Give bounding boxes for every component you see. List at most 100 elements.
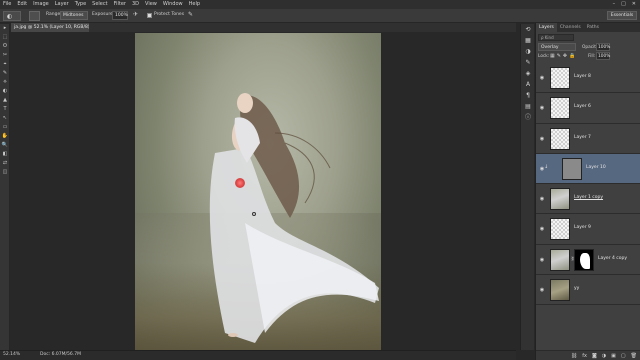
layer-row[interactable]: ◉ Layer 6 [536, 93, 640, 124]
menu-bar: File Edit Image Layer Type Select Filter… [0, 0, 640, 9]
visibility-eye-icon[interactable]: ◉ [538, 104, 546, 112]
options-bar: ◐ Range: Midtones Exposure: 100% ✈ Prote… [0, 9, 640, 23]
layer-row[interactable]: ◉ Layer 9 [536, 214, 640, 245]
airbrush-icon[interactable]: ✈ [133, 11, 142, 20]
tool-button-7[interactable]: ◐ [0, 87, 10, 96]
properties-icon[interactable]: ▤ [521, 101, 535, 112]
tool-button-14[interactable]: ◧ [0, 150, 10, 159]
menu-view[interactable]: View [145, 0, 157, 9]
menu-edit[interactable]: Edit [17, 0, 27, 9]
close-icon[interactable]: ✕ [632, 1, 636, 7]
layer-thumbnail [550, 188, 570, 211]
layer-row[interactable]: ◉ Layer 7 [536, 123, 640, 154]
menu-help[interactable]: Help [189, 0, 200, 9]
info-icon[interactable]: ⓘ [521, 112, 535, 123]
tool-button-11[interactable]: ▭ [0, 123, 10, 132]
layer-mask-thumbnail[interactable] [574, 248, 594, 271]
blend-mode-select[interactable]: Overlay [538, 43, 576, 51]
tool-preset-picker[interactable]: ◐ [3, 11, 21, 21]
document-tabs: ja.jpg @ 52.1% (Layer 10, RGB/8) * [11, 23, 516, 32]
layers-footer: ⛓ fx ◙ ◑ ▣ ▢ 🗑 [536, 350, 640, 360]
tool-button-4[interactable]: ⌖ [0, 60, 10, 69]
link-layers-icon[interactable]: ⛓ [571, 351, 577, 360]
menu-filter[interactable]: Filter [114, 0, 126, 9]
photo-canvas[interactable] [135, 33, 381, 350]
adjustment-layer-icon[interactable]: ◑ [602, 351, 606, 360]
tool-button-15[interactable]: ⇄ [0, 159, 10, 168]
lock-icons[interactable]: ▦✎✥🔒 [550, 53, 577, 59]
maximize-icon[interactable]: □ [621, 1, 626, 7]
swatches-icon[interactable]: ▦ [521, 35, 535, 46]
tool-button-3[interactable]: ✂ [0, 51, 10, 60]
layer-thumbnail [562, 157, 582, 180]
layer-row[interactable]: ◉ Layer 1 copy [536, 184, 640, 215]
kind-filter[interactable]: ρ Kind [538, 34, 574, 41]
canvas-area[interactable] [11, 32, 516, 350]
tool-button-8[interactable]: ▲ [0, 96, 10, 105]
zoom-level[interactable]: 52.14% [3, 352, 20, 357]
character-icon[interactable]: A [521, 79, 535, 90]
menu-file[interactable]: File [3, 0, 11, 9]
menu-image[interactable]: Image [33, 0, 49, 9]
tab-paths[interactable]: Paths [584, 23, 602, 32]
tool-button-13[interactable]: 🔍 [0, 141, 10, 150]
tool-button-9[interactable]: T [0, 105, 10, 114]
layer-name: yy [574, 286, 580, 292]
layer-row[interactable]: ◉ yy [536, 275, 640, 306]
workspace-switcher[interactable]: Essentials [607, 11, 637, 20]
styles-icon[interactable]: ◈ [521, 68, 535, 79]
tool-button-16[interactable]: ◫ [0, 168, 10, 177]
visibility-eye-icon[interactable]: ◉ [538, 74, 546, 82]
exposure-input[interactable]: 100% [112, 11, 128, 20]
visibility-eye-icon[interactable]: ◉ [538, 195, 546, 203]
tool-button-1[interactable]: ⬚ [0, 33, 10, 42]
fill-input[interactable]: 100% [596, 52, 610, 60]
brush-size-picker[interactable] [29, 11, 40, 21]
menu-select[interactable]: Select [92, 0, 107, 9]
tab-layers[interactable]: Layers [536, 23, 557, 32]
menu-window[interactable]: Window [163, 0, 183, 9]
brush-panel-icon[interactable]: ✎ [521, 57, 535, 68]
menu-type[interactable]: Type [75, 0, 86, 9]
tool-button-2[interactable]: ʘ [0, 42, 10, 51]
adjustments-icon[interactable]: ◑ [521, 46, 535, 57]
brush-cursor [235, 178, 245, 188]
new-layer-icon[interactable]: ▢ [621, 351, 626, 360]
visibility-eye-icon[interactable]: ◉ [538, 225, 546, 233]
menu-3d[interactable]: 3D [132, 0, 139, 9]
layer-name: Layer 7 [574, 134, 591, 140]
minimize-icon[interactable]: – [613, 1, 616, 7]
tool-button-12[interactable]: ✋ [0, 132, 10, 141]
document-tab[interactable]: ja.jpg @ 52.1% (Layer 10, RGB/8) * [11, 23, 89, 32]
layer-row[interactable]: ◉ ⛓ Layer 4 copy [536, 244, 640, 276]
tool-button-6[interactable]: ⟡ [0, 78, 10, 87]
range-select[interactable]: Midtones [60, 11, 88, 20]
paragraph-icon[interactable]: ¶ [521, 90, 535, 101]
protect-tones-checkbox[interactable] [147, 13, 152, 18]
pressure-icon[interactable]: ✎ [188, 11, 197, 20]
window-controls: – □ ✕ [613, 1, 636, 7]
menu-layer[interactable]: Layer [55, 0, 69, 9]
opacity-input[interactable]: 100% [596, 43, 610, 51]
group-icon[interactable]: ▣ [611, 351, 616, 360]
trash-icon[interactable]: 🗑 [631, 351, 637, 360]
panel-tabs: Layers Channels Paths [536, 23, 640, 32]
add-mask-icon[interactable]: ◙ [592, 351, 597, 360]
visibility-eye-icon[interactable]: ◉ [538, 256, 546, 264]
layer-name: Layer 9 [574, 225, 591, 231]
tool-button-0[interactable]: ▸ [0, 24, 10, 33]
history-icon[interactable]: ⟲ [521, 24, 535, 35]
layer-thumbnail [550, 127, 570, 150]
layer-name: Layer 6 [574, 104, 591, 110]
visibility-eye-icon[interactable]: ◉ [538, 135, 546, 143]
fill-label: Fill: [588, 54, 596, 59]
layer-name: Layer 1 copy [574, 195, 604, 201]
fx-icon[interactable]: fx [582, 351, 587, 360]
layer-row[interactable]: ◉ Layer 8 [536, 63, 640, 94]
visibility-eye-icon[interactable]: ◉ [538, 286, 546, 294]
tab-channels[interactable]: Channels [557, 23, 584, 32]
tool-button-10[interactable]: ↖ [0, 114, 10, 123]
woman-figure [209, 93, 379, 343]
layer-row-selected[interactable]: ◉ ↓ Layer 10 [536, 153, 640, 185]
tool-button-5[interactable]: ✎ [0, 69, 10, 78]
